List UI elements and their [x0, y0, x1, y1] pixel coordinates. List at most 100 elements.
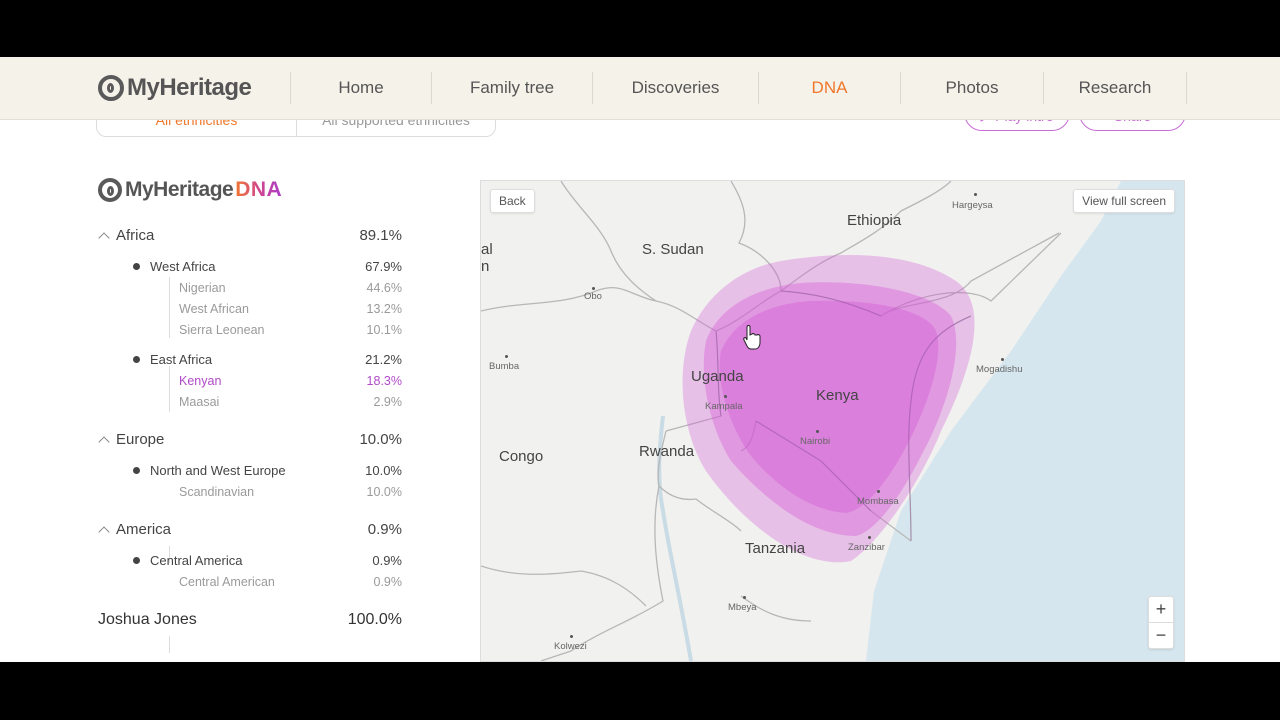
view-full-screen-button[interactable]: View full screen — [1073, 189, 1175, 213]
ethnicity-name: Sierra Leonean — [179, 323, 265, 337]
country-label-partial: n — [481, 258, 490, 275]
chevron-up-icon — [98, 232, 110, 244]
bullet-icon — [133, 263, 140, 270]
ethnicity-row-kenyan[interactable]: Kenyan 18.3% — [98, 374, 402, 388]
city-label-mbeya: Mbeya — [728, 602, 757, 613]
top-navigation: MyHeritage Home Family tree Discoveries … — [0, 57, 1280, 120]
city-label-hargeysa: Hargeysa — [952, 200, 993, 211]
region-name: Africa — [116, 227, 155, 244]
ethnicity-percent: 18.3% — [366, 374, 402, 388]
city-label-bumba: Bumba — [489, 361, 520, 372]
region-percent: 10.0% — [359, 431, 402, 448]
subregion-row-west-africa[interactable]: West Africa 67.9% — [98, 259, 402, 274]
ethnicity-row-maasai[interactable]: Maasai 2.9% — [98, 395, 402, 409]
country-label-congo: Congo — [499, 448, 544, 465]
nav-home[interactable]: Home — [290, 72, 431, 104]
ethnicity-percent: 13.2% — [366, 302, 402, 316]
user-name: Joshua Jones — [98, 611, 197, 628]
ethnicity-row-sierra-leonean[interactable]: Sierra Leonean 10.1% — [98, 323, 402, 337]
page-viewport: MyHeritage Home Family tree Discoveries … — [0, 57, 1280, 662]
nav-photos[interactable]: Photos — [900, 72, 1043, 104]
country-label-kenya: Kenya — [816, 387, 859, 404]
ethnicity-row-nigerian[interactable]: Nigerian 44.6% — [98, 281, 402, 295]
bullet-icon — [133, 356, 140, 363]
nav-divider — [1186, 72, 1187, 104]
ethnicity-name: Central American — [179, 575, 275, 589]
zoom-out-button[interactable]: − — [1149, 622, 1173, 648]
country-label-ethiopia: Ethiopia — [847, 212, 902, 229]
country-label-uganda: Uganda — [691, 368, 744, 385]
zoom-in-button[interactable]: + — [1149, 597, 1173, 622]
total-percent: 100.0% — [347, 611, 402, 628]
subregion-percent: 0.9% — [372, 553, 402, 568]
nav-family-tree[interactable]: Family tree — [431, 72, 592, 104]
country-label-south-sudan: S. Sudan — [642, 241, 704, 258]
city-marker — [570, 635, 573, 638]
city-marker — [743, 596, 746, 599]
city-marker — [816, 430, 819, 433]
city-marker — [877, 490, 880, 493]
country-label-rwanda: Rwanda — [639, 443, 695, 460]
ethnicity-row-west-african[interactable]: West African 13.2% — [98, 302, 402, 316]
city-marker — [592, 287, 595, 290]
bullet-icon — [133, 467, 140, 474]
country-label-tanzania: Tanzania — [745, 540, 806, 557]
subregion-percent: 21.2% — [365, 352, 402, 367]
ethnicity-name: Scandinavian — [179, 485, 255, 499]
nav-dna[interactable]: DNA — [758, 72, 900, 104]
city-marker — [724, 395, 727, 398]
region-percent: 0.9% — [367, 521, 402, 538]
main-nav: Home Family tree Discoveries DNA Photos … — [290, 72, 1187, 104]
city-marker — [1001, 358, 1004, 361]
bullet-icon — [133, 557, 140, 564]
ethnicity-percent: 10.0% — [366, 485, 402, 499]
city-label-obo: Obo — [584, 291, 602, 302]
ethnicity-name: Kenyan — [179, 374, 222, 388]
city-label-kolwezi: Kolwezi — [554, 641, 587, 652]
subregion-row-central-america[interactable]: Central America 0.9% — [98, 553, 402, 568]
ethnicity-map[interactable]: Ethiopia S. Sudan Uganda Kenya Congo Rwa… — [480, 180, 1185, 662]
region-row-america[interactable]: America 0.9% — [98, 521, 402, 538]
city-label-kampala: Kampala — [705, 401, 743, 412]
tree-line — [169, 636, 170, 653]
city-label-zanzibar: Zanzibar — [848, 542, 885, 553]
subregion-percent: 10.0% — [365, 463, 402, 478]
region-row-europe[interactable]: Europe 10.0% — [98, 431, 402, 448]
map-back-button[interactable]: Back — [490, 189, 535, 213]
subregion-row-east-africa[interactable]: East Africa 21.2% — [98, 352, 402, 367]
map-canvas — [481, 181, 1184, 661]
country-label-partial: al — [481, 241, 493, 258]
myheritage-logo[interactable]: MyHeritage — [98, 74, 252, 102]
ethnicity-name: West African — [179, 302, 249, 316]
logo-text: MyHeritage — [127, 74, 252, 101]
ethnicity-row-central-american[interactable]: Central American 0.9% — [98, 575, 402, 589]
dna-logo-brand: MyHeritage — [125, 178, 234, 201]
region-name: Europe — [116, 431, 165, 448]
region-percent: 89.1% — [359, 227, 402, 244]
myheritage-logo-icon — [98, 178, 122, 202]
ethnicity-percent: 2.9% — [373, 395, 403, 409]
subregion-name: East Africa — [150, 352, 213, 367]
ethnicity-name: Maasai — [179, 395, 220, 409]
city-marker — [974, 193, 977, 196]
ethnicity-percent: 0.9% — [373, 575, 403, 589]
subregion-name: North and West Europe — [150, 463, 286, 478]
subregion-name: Central America — [150, 553, 243, 568]
chevron-up-icon — [98, 436, 110, 448]
chevron-up-icon — [98, 526, 110, 538]
city-marker — [868, 536, 871, 539]
nav-research[interactable]: Research — [1043, 72, 1186, 104]
city-label-nairobi: Nairobi — [800, 436, 831, 447]
nav-discoveries[interactable]: Discoveries — [592, 72, 758, 104]
region-row-africa[interactable]: Africa 89.1% — [98, 227, 402, 244]
ethnicity-percent: 44.6% — [366, 281, 402, 295]
ethnicity-name: Nigerian — [179, 281, 226, 295]
subregion-percent: 67.9% — [365, 259, 402, 274]
total-row: Joshua Jones 100.0% — [98, 611, 402, 629]
dna-logo-word: DNA — [235, 178, 283, 201]
subregion-name: West Africa — [150, 259, 216, 274]
city-label-mombasa: Mombasa — [857, 496, 899, 507]
subregion-row-north-west-europe[interactable]: North and West Europe 10.0% — [98, 463, 402, 478]
ethnicity-row-scandinavian[interactable]: Scandinavian 10.0% — [98, 485, 402, 499]
ethnicity-percent: 10.1% — [366, 323, 402, 337]
